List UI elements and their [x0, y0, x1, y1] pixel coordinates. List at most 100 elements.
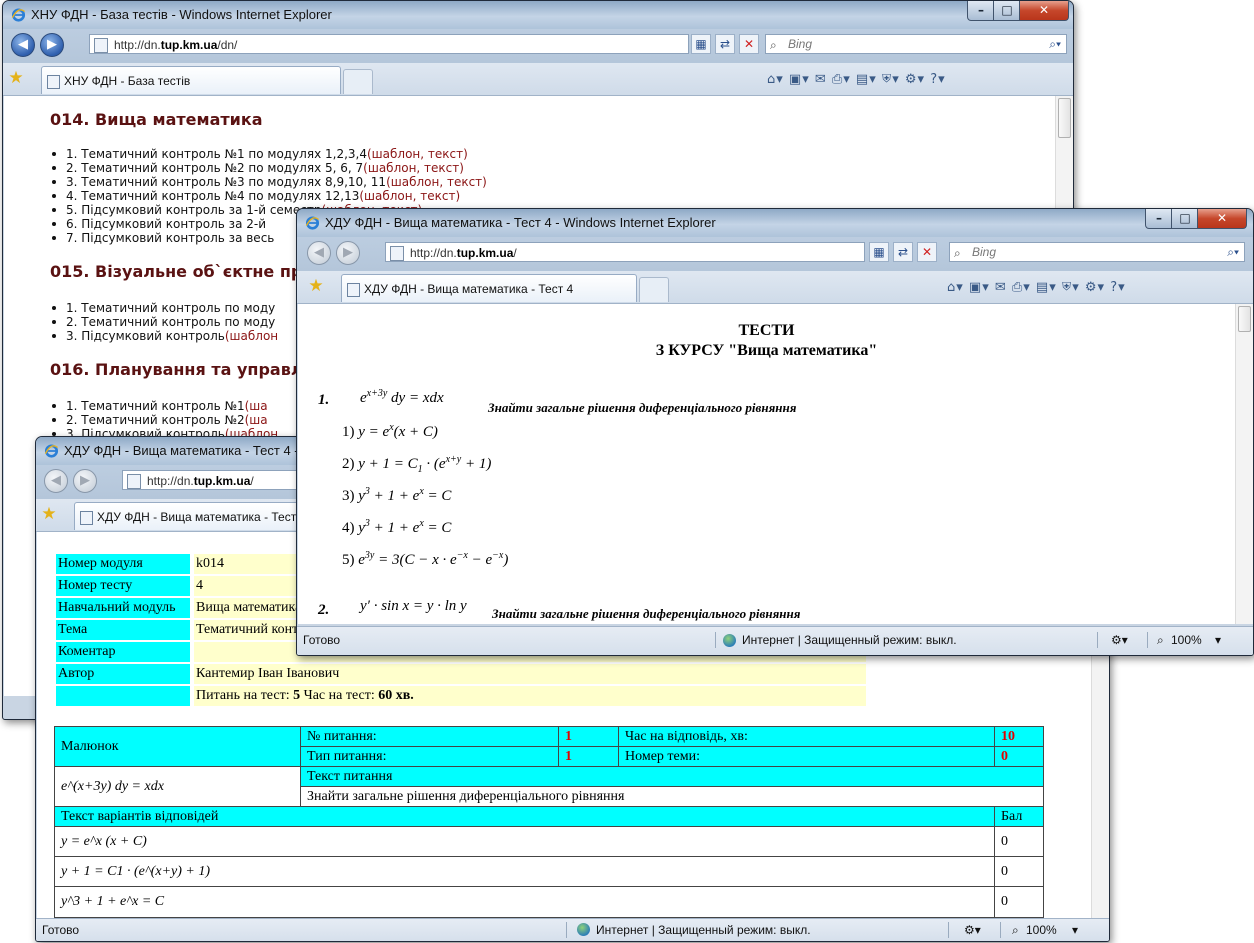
list-item[interactable]: 3. Тематичний контроль №3 по модулях 8,9… — [26, 175, 487, 189]
forward-button[interactable]: ▶ — [40, 33, 64, 57]
tab-title: ХДУ ФДН - Вища математика - Тест 4 — [97, 510, 307, 524]
question-type-label: Тип питання: — [301, 747, 559, 767]
search-go-icon[interactable]: ⌕▾ — [1049, 35, 1061, 54]
minimize-button[interactable]: – — [967, 1, 995, 21]
answer-option[interactable]: 4) y3 + 1 + ex = C — [342, 518, 451, 537]
back-button[interactable]: ◀ — [44, 469, 68, 493]
security-zone[interactable]: Интернет | Защищенный режим: выкл. — [596, 919, 811, 941]
answer-option[interactable]: 3) y3 + 1 + ex = C — [342, 486, 451, 505]
search-placeholder: Bing — [972, 245, 997, 259]
new-tab-button[interactable] — [639, 277, 669, 302]
command-bar[interactable]: ⌂▾ ▣▾ ✉ ⎙▾ ▤▾ ⛨▾ ⚙▾ ?▾ — [947, 280, 1126, 295]
minimize-button[interactable]: – — [1145, 209, 1173, 229]
globe-icon — [577, 923, 590, 936]
list-item[interactable]: 1. Тематичний контроль №1(ша — [26, 399, 278, 413]
url-suffix: /dn/ — [217, 38, 238, 52]
address-bar[interactable]: http://dn.tup.km.ua/ — [122, 470, 302, 490]
tab-active[interactable]: ХДУ ФДН - Вища математика - Тест 4 — [341, 274, 637, 302]
favorites-star-icon[interactable]: ★ — [7, 69, 25, 87]
refresh-button[interactable]: ⇄ — [893, 242, 913, 262]
close-button[interactable]: ✕ — [1019, 1, 1069, 21]
question-number: 1. — [318, 392, 330, 408]
tab-active[interactable]: ХНУ ФДН - База тестів — [41, 66, 341, 94]
question-table: Малюнок № питання: 1 Час на відповідь, х… — [54, 726, 1044, 918]
forward-arrow-icon: ▶ — [343, 245, 353, 260]
answer-option[interactable]: 2) y + 1 = C1 · (ex+y + 1) — [342, 454, 491, 475]
compatibility-view-button[interactable]: ▦ — [869, 242, 889, 262]
new-tab-button[interactable] — [343, 69, 373, 94]
search-icon: ⌕ — [770, 38, 777, 52]
list-item[interactable]: 1. Тематичний контроль по моду — [26, 301, 278, 315]
refresh-button[interactable]: ⇄ — [715, 34, 735, 54]
url-prefix: http://dn. — [410, 246, 457, 260]
forward-button[interactable]: ▶ — [336, 241, 360, 265]
topic-number-label: Номер теми: — [619, 747, 995, 767]
test-heading: ТЕСТИ — [738, 322, 795, 339]
page-content: ТЕСТИ З КУРСУ "Вища математика" 1. ex+3y… — [298, 304, 1235, 624]
favorites-star-icon[interactable]: ★ — [307, 277, 325, 295]
question-text: Знайти загальне рішення диференціального… — [301, 787, 1043, 807]
url-domain: tup.km.ua — [456, 246, 514, 260]
globe-icon — [723, 634, 736, 647]
tab-active[interactable]: ХДУ ФДН - Вища математика - Тест 4 — [74, 502, 314, 530]
url-prefix: http://dn. — [114, 38, 161, 52]
stop-icon: ✕ — [743, 37, 755, 51]
tab-bar: ★ ХНУ ФДН - База тестів ⌂▾ ▣▾ ✉ ⎙▾ ▤▾ ⛨▾… — [3, 63, 1073, 96]
title-bar[interactable]: ХНУ ФДН - База тестів - Windows Internet… — [3, 1, 1073, 29]
status-text: Готово — [303, 633, 341, 647]
question-formula: y′ · sin x = y · ln y — [360, 598, 467, 614]
url-domain: tup.km.ua — [193, 474, 251, 488]
title-bar[interactable]: ХДУ ФДН - Вища математика - Тест 4 - Win… — [297, 209, 1253, 237]
answer-option[interactable]: 5) e3y = 3(C − x · e−x − e−x) — [342, 550, 508, 569]
maximize-button[interactable]: □ — [993, 1, 1021, 21]
zoom-level[interactable]: 100% — [1026, 919, 1057, 941]
security-zone[interactable]: Интернет | Защищенный режим: выкл. — [742, 627, 957, 653]
answer-option[interactable]: 1) y = ex(x + C) — [342, 422, 438, 441]
list-item[interactable]: 2. Тематичний контроль №2(ша — [26, 413, 278, 427]
favorites-star-icon[interactable]: ★ — [40, 505, 58, 523]
list-item[interactable]: 1. Тематичний контроль №1 по модулях 1,2… — [26, 147, 487, 161]
search-box[interactable]: ⌕ Bing ⌕▾ — [765, 34, 1067, 54]
question-number-label: № питання: — [301, 727, 559, 747]
test-subheading: З КУРСУ "Вища математика" — [655, 342, 878, 359]
compatibility-view-button[interactable]: ▦ — [691, 34, 711, 54]
scroll-thumb[interactable] — [1058, 98, 1071, 138]
answer-formula: y^3 + 1 + e^x = C — [55, 887, 995, 917]
answer-time-label: Час на відповідь, хв: — [619, 727, 995, 747]
vertical-scrollbar[interactable] — [1235, 304, 1253, 624]
zoom-icon: ⌕ — [1012, 923, 1019, 937]
address-bar[interactable]: http://dn.tup.km.ua/ — [385, 242, 865, 262]
maximize-button[interactable]: □ — [1171, 209, 1199, 229]
forward-button[interactable]: ▶ — [73, 469, 97, 493]
list-item[interactable]: 2. Тематичний контроль №2 по модулях 5, … — [26, 161, 487, 175]
zoom-level[interactable]: 100% — [1171, 627, 1202, 653]
question-task: Знайти загальне рішення диференціального… — [492, 606, 801, 621]
command-bar[interactable]: ⌂▾ ▣▾ ✉ ⎙▾ ▤▾ ⛨▾ ⚙▾ ?▾ — [767, 72, 946, 87]
protected-mode-icon[interactable]: ⚙▾ — [1111, 627, 1128, 653]
status-bar: Готово Интернет | Защищенный режим: выкл… — [297, 626, 1253, 655]
score-header: Бал — [995, 807, 1043, 827]
zoom-icon: ⌕ — [1157, 633, 1164, 647]
list-item[interactable]: 2. Тематичний контроль по моду — [26, 315, 278, 329]
question-number-value: 1 — [559, 727, 619, 747]
stop-button[interactable]: ✕ — [739, 34, 759, 54]
zoom-dropdown[interactable]: ▾ — [1215, 627, 1221, 653]
answer-time-value: 10 — [995, 727, 1043, 747]
close-button[interactable]: ✕ — [1197, 209, 1247, 229]
address-bar[interactable]: http://dn.tup.km.ua/dn/ — [89, 34, 689, 54]
test-list: 1. Тематичний контроль №1(ша 2. Тематичн… — [26, 399, 278, 441]
compat-view-icon: ▦ — [695, 37, 707, 51]
list-item[interactable]: 4. Тематичний контроль №4 по модулях 12,… — [26, 189, 487, 203]
window-title: ХНУ ФДН - База тестів - Windows Internet… — [31, 7, 332, 22]
search-box[interactable]: ⌕ Bing ⌕▾ — [949, 242, 1245, 262]
protected-mode-icon[interactable]: ⚙▾ — [964, 919, 981, 941]
back-button[interactable]: ◀ — [11, 33, 35, 57]
zoom-dropdown[interactable]: ▾ — [1072, 919, 1078, 941]
list-item[interactable]: 3. Підсумковий контроль(шаблон — [26, 329, 278, 343]
info-row: Автор Кантемир Іван Іванович — [56, 664, 876, 684]
stop-button[interactable]: ✕ — [917, 242, 937, 262]
stop-icon: ✕ — [921, 245, 933, 259]
scroll-thumb[interactable] — [1238, 306, 1251, 332]
back-button[interactable]: ◀ — [307, 241, 331, 265]
search-go-icon[interactable]: ⌕▾ — [1227, 243, 1239, 262]
